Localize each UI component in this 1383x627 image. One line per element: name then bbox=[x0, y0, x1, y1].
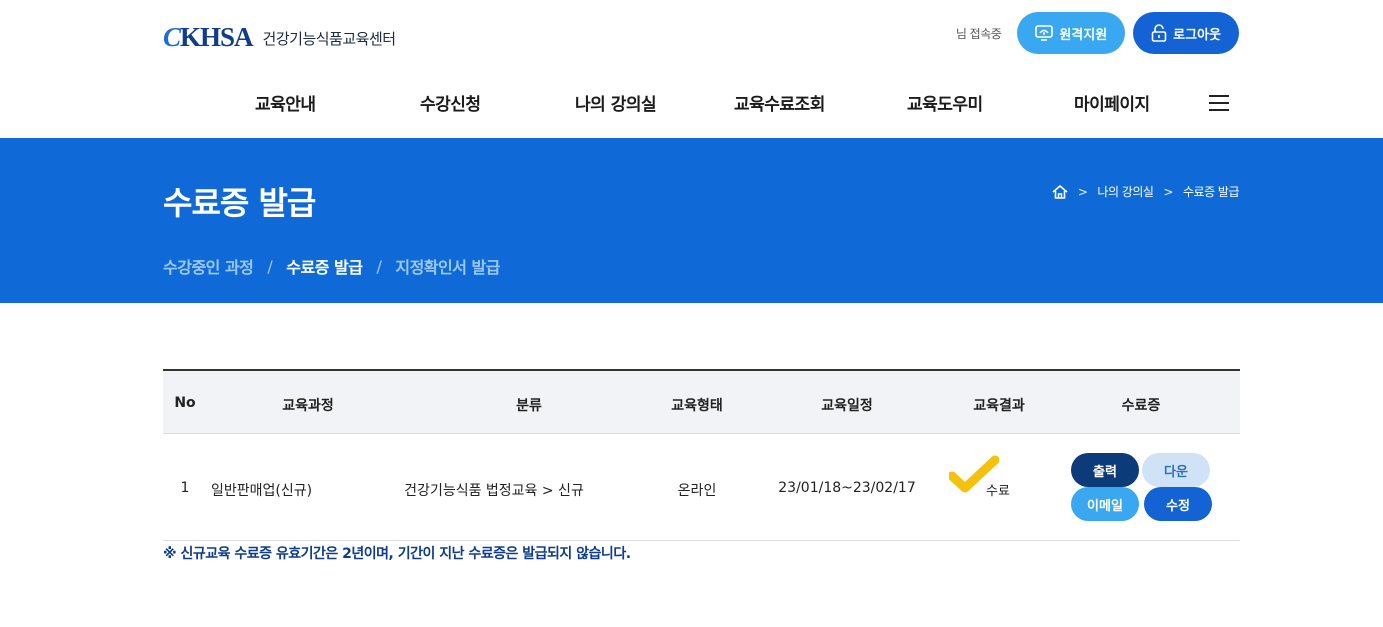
column-header: 교육형태 bbox=[671, 398, 723, 414]
cell-result: 수료 bbox=[986, 484, 1010, 499]
nav-item-my-classroom[interactable]: 나의 강의실 bbox=[575, 90, 657, 115]
column-header: 수료증 bbox=[1121, 398, 1161, 414]
logo-text: 건강기능식품교육센터 bbox=[262, 30, 397, 48]
breadcrumb-item: 수료증 발급 bbox=[1182, 185, 1240, 199]
utility-bar: 님 접속중 원격지원 로그아웃 bbox=[956, 12, 1239, 54]
login-status: 님 접속중 bbox=[955, 26, 1002, 41]
print-certificate-button[interactable]: 출력 bbox=[1071, 453, 1139, 487]
tab-divider: / bbox=[376, 256, 382, 276]
tab-divider: / bbox=[267, 256, 273, 276]
cell-type: 온라인 bbox=[677, 483, 717, 499]
site-logo[interactable]: CKHSA 건강기능식품교육센터 bbox=[163, 22, 396, 52]
nav-item-completion-lookup[interactable]: 교육수료조회 bbox=[734, 90, 825, 115]
email-certificate-button[interactable]: 이메일 bbox=[1071, 487, 1139, 521]
column-header: 교육결과 bbox=[973, 398, 1025, 414]
chevron-right-icon: > bbox=[1163, 184, 1173, 199]
tab-certificate-issue[interactable]: 수료증 발급 bbox=[286, 254, 363, 278]
logout-label: 로그아웃 bbox=[1173, 27, 1221, 43]
remote-support-label: 원격지원 bbox=[1059, 27, 1108, 43]
table-row: 1 일반판매업(신규) 건강기능식품 법정교육 > 신규 온라인 23/01/1… bbox=[163, 434, 1240, 541]
sub-tabs: 수강중인 과정 / 수료증 발급 / 지정확인서 발급 bbox=[163, 254, 500, 278]
validity-notice: ※ 신규교육 수료증 유효기간은 2년이며, 기간이 지난 수료증은 발급되지 … bbox=[163, 546, 631, 562]
page-banner: 수료증 발급 > 나의 강의실 > 수료증 발급 수강중인 과정 / 수료증 발… bbox=[0, 138, 1383, 303]
tab-designation-issue[interactable]: 지정확인서 발급 bbox=[395, 254, 500, 278]
home-icon[interactable] bbox=[1052, 184, 1068, 199]
cell-course: 일반판매업(신규) bbox=[211, 483, 313, 499]
logo-mark: CKHSA bbox=[163, 22, 254, 52]
column-header: 교육일정 bbox=[821, 398, 873, 414]
site-header: CKHSA 건강기능식품교육센터 님 접속중 원격지원 로그아웃 교육안내 수강… bbox=[0, 0, 1383, 138]
nav-item-mypage[interactable]: 마이페이지 bbox=[1074, 90, 1150, 115]
main-nav: 교육안내 수강신청 나의 강의실 교육수료조회 교육도우미 마이페이지 bbox=[0, 90, 1383, 120]
download-certificate-button[interactable]: 다운 bbox=[1142, 453, 1210, 487]
column-header: No bbox=[174, 395, 196, 411]
column-header: 분류 bbox=[516, 398, 542, 414]
nav-item-registration[interactable]: 수강신청 bbox=[420, 90, 481, 115]
cell-no: 1 bbox=[180, 480, 190, 496]
lock-icon bbox=[1151, 24, 1167, 42]
logout-button[interactable]: 로그아웃 bbox=[1133, 12, 1239, 54]
edit-certificate-button[interactable]: 수정 bbox=[1144, 487, 1212, 521]
breadcrumb-item[interactable]: 나의 강의실 bbox=[1097, 183, 1154, 200]
column-header: 교육과정 bbox=[282, 398, 334, 414]
page-title: 수료증 발급 bbox=[163, 184, 316, 222]
hamburger-icon[interactable] bbox=[1209, 95, 1229, 111]
cell-schedule: 23/01/18~23/02/17 bbox=[778, 480, 916, 496]
tab-in-progress[interactable]: 수강중인 과정 bbox=[163, 254, 254, 278]
chevron-right-icon: > bbox=[1077, 184, 1088, 199]
remote-support-icon bbox=[1035, 25, 1054, 41]
table-header: No 교육과정 분류 교육형태 교육일정 교육결과 수료증 bbox=[163, 371, 1240, 434]
nav-item-help[interactable]: 교육도우미 bbox=[907, 90, 983, 115]
remote-support-button[interactable]: 원격지원 bbox=[1017, 12, 1126, 54]
cell-category: 건강기능식품 법정교육 > 신규 bbox=[404, 483, 584, 499]
breadcrumb: > 나의 강의실 > 수료증 발급 bbox=[1052, 183, 1240, 200]
nav-item-education-info[interactable]: 교육안내 bbox=[255, 90, 316, 115]
